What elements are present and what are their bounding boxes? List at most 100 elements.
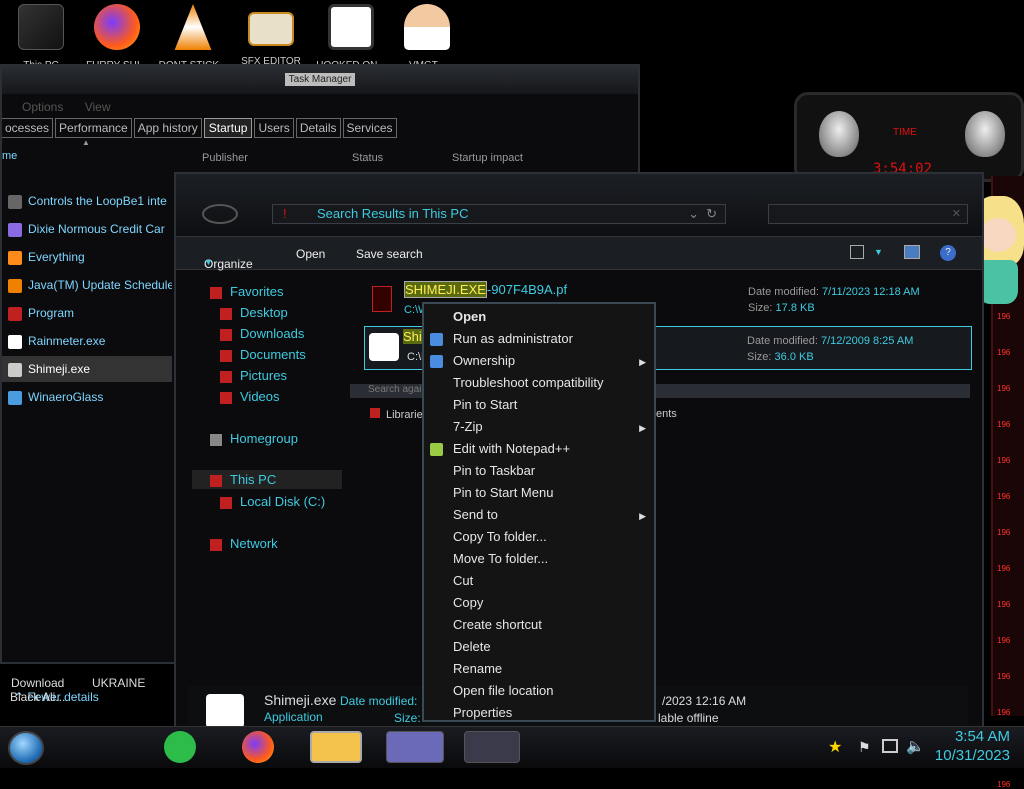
open-button[interactable]: Open: [296, 247, 325, 261]
startup-row[interactable]: Everything: [2, 244, 172, 270]
nav-downloads[interactable]: Downloads: [220, 326, 304, 341]
pictures-icon: [220, 370, 232, 383]
desktop-icon-download[interactable]: Download Black Ali...: [10, 676, 65, 704]
nav-pictures[interactable]: Pictures: [220, 368, 287, 383]
column-startup-impact[interactable]: Startup impact: [452, 152, 523, 164]
flag-icon[interactable]: ⚑: [858, 739, 871, 756]
desktop-icon-hxd[interactable]: SFX EDITOR: [236, 4, 306, 64]
app-icon: [8, 362, 22, 377]
app-icon: [8, 250, 22, 265]
tab-processes[interactable]: ocesses: [2, 118, 54, 138]
context-menu-item[interactable]: Edit with Notepad++: [453, 441, 570, 456]
context-menu-item[interactable]: Pin to Taskbar: [453, 463, 535, 478]
tab-app-history[interactable]: App history: [133, 118, 202, 138]
details-date: /2023 12:16 AM: [662, 694, 747, 708]
volume-icon[interactable]: 🔈: [906, 737, 925, 755]
desktop-icon-vlc[interactable]: DONT STICK...: [158, 4, 228, 68]
column-status[interactable]: Status: [352, 152, 383, 164]
context-menu-item[interactable]: Pin to Start Menu: [453, 485, 553, 500]
drive-icon: [220, 496, 232, 509]
menu-view[interactable]: View: [85, 100, 111, 114]
context-menu-item[interactable]: Pin to Start: [453, 397, 517, 412]
startup-row[interactable]: Controls the LoopBe1 inte: [2, 188, 172, 214]
startup-row[interactable]: WinaeroGlass: [2, 384, 172, 410]
context-menu-item[interactable]: Copy To folder...: [453, 529, 547, 544]
nav-favorites[interactable]: Favorites: [210, 284, 283, 299]
address-bar[interactable]: ! Search Results in This PC ⌄ ↻: [272, 204, 726, 224]
context-menu-item[interactable]: Ownership: [453, 353, 515, 368]
view-options-icon[interactable]: [850, 245, 864, 259]
preview-pane-icon[interactable]: [904, 245, 920, 259]
details-date-label: Date modified:: [340, 694, 418, 708]
desktop-icon-firefox[interactable]: FURRY SHI...: [82, 4, 152, 68]
help-icon[interactable]: ?: [940, 245, 956, 261]
tab-performance[interactable]: Performance: [55, 118, 132, 138]
nav-videos[interactable]: Videos: [220, 389, 280, 404]
search-again-libraries[interactable]: Librarie: [370, 408, 423, 421]
side-panel-value: 196: [997, 420, 1011, 429]
search-again-contents[interactable]: ents: [656, 408, 677, 420]
system-clock[interactable]: 3:54 AM 10/31/2023: [935, 727, 1010, 765]
taskbar-firefox[interactable]: [242, 731, 274, 763]
nav-network[interactable]: Network: [210, 536, 278, 551]
tab-users[interactable]: Users: [254, 118, 294, 138]
taskbar-app[interactable]: [386, 731, 444, 763]
chevron-down-icon[interactable]: ⌄: [688, 205, 699, 223]
nav-desktop[interactable]: Desktop: [220, 305, 288, 320]
startup-row[interactable]: Shimeji.exe: [2, 356, 172, 382]
taskbar: ★ ⚑ 🔈 3:54 AM 10/31/2023: [0, 726, 1024, 768]
menu-options[interactable]: Options: [22, 100, 63, 114]
start-button[interactable]: [8, 731, 44, 765]
file-name: -907F4B9A.pf: [486, 282, 568, 297]
context-menu-item[interactable]: Send to: [453, 507, 498, 522]
star-icon[interactable]: ★: [828, 737, 842, 757]
startup-row[interactable]: Rainmeter.exe: [2, 328, 172, 354]
context-menu-item[interactable]: Open: [453, 309, 486, 324]
context-menu-item[interactable]: Open file location: [453, 683, 553, 698]
startup-row[interactable]: Java(TM) Update Schedule: [2, 272, 172, 298]
desktop-icon-ukraine[interactable]: UKRAINE: [92, 676, 145, 690]
task-manager-titlebar[interactable]: Task Manager: [2, 66, 638, 94]
nav-this-pc[interactable]: This PC: [192, 470, 342, 489]
network-icon[interactable]: [882, 739, 898, 753]
refresh-icon[interactable]: ↻: [706, 205, 717, 223]
context-menu-item[interactable]: Move To folder...: [453, 551, 548, 566]
nav-local-disk[interactable]: Local Disk (C:): [220, 494, 325, 509]
chevron-down-icon[interactable]: ▼: [874, 247, 883, 257]
search-input[interactable]: ✕: [768, 204, 968, 224]
app-icon: [8, 194, 22, 209]
startup-row[interactable]: Program: [2, 300, 172, 326]
close-icon[interactable]: ✕: [952, 207, 961, 220]
tab-details[interactable]: Details: [295, 118, 341, 138]
startup-row[interactable]: Dixie Normous Credit Car: [2, 216, 172, 242]
context-menu-item[interactable]: Create shortcut: [453, 617, 542, 632]
tab-startup[interactable]: Startup: [203, 118, 253, 138]
file-name-match: Shi: [403, 329, 422, 344]
firefox-icon: [94, 4, 140, 50]
side-panel-value: 196: [997, 780, 1011, 789]
nav-homegroup[interactable]: Homegroup: [210, 431, 298, 446]
side-panel-value: 196: [997, 672, 1011, 681]
save-search-button[interactable]: Save search: [356, 247, 423, 261]
taskbar-notes[interactable]: [164, 731, 196, 763]
column-name[interactable]: me: [2, 150, 17, 162]
context-menu-item[interactable]: Delete: [453, 639, 491, 654]
column-publisher[interactable]: Publisher: [202, 152, 248, 164]
desktop-icon-app[interactable]: HOOKED ON...: [316, 4, 386, 68]
context-menu-item[interactable]: Run as administrator: [453, 331, 573, 346]
desktop-icon-doctor[interactable]: VMGT...: [392, 4, 462, 68]
context-menu-item[interactable]: Properties: [453, 705, 512, 720]
context-menu-item[interactable]: Copy: [453, 595, 483, 610]
taskbar-explorer[interactable]: [310, 731, 362, 763]
star-icon: [210, 286, 222, 299]
desktop-icon-this-pc[interactable]: This PC: [6, 4, 76, 68]
back-forward-icon[interactable]: [202, 204, 238, 224]
context-menu-item[interactable]: Rename: [453, 661, 502, 676]
taskbar-task-manager[interactable]: [464, 731, 520, 763]
nav-documents[interactable]: Documents: [220, 347, 306, 362]
app-icon: [8, 306, 22, 321]
context-menu-item[interactable]: Cut: [453, 573, 473, 588]
context-menu-item[interactable]: Troubleshoot compatibility: [453, 375, 604, 390]
context-menu-item[interactable]: 7-Zip: [453, 419, 483, 434]
tab-services[interactable]: Services: [342, 118, 397, 138]
